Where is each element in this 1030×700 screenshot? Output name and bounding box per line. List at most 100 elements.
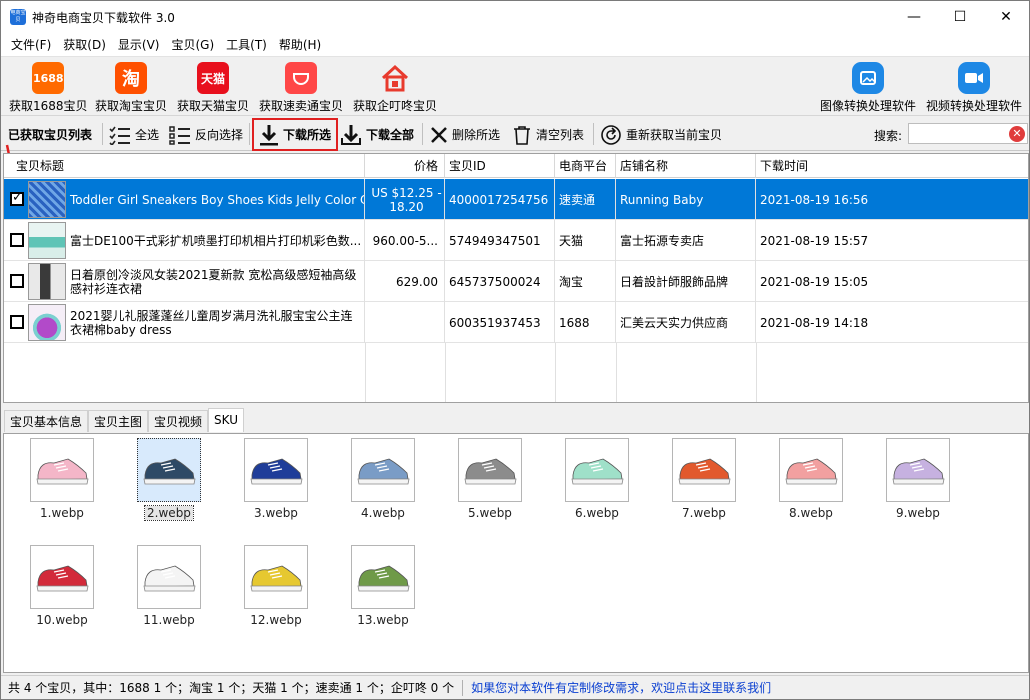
menu-view[interactable]: 显示(V) — [112, 36, 166, 53]
aliexpress-icon — [285, 62, 317, 94]
col-id[interactable]: 宝贝ID — [445, 154, 555, 178]
sku-item[interactable]: 13.webp — [338, 545, 428, 627]
get-taobao-label: 获取淘宝宝贝 — [95, 99, 168, 113]
row-checkbox[interactable] — [10, 190, 24, 206]
product-thumbnail — [28, 304, 66, 341]
table-row[interactable]: 日着原创冷淡风女装2021夏新款 宽松高级感短袖高级感衬衫连衣裙 629.00 … — [4, 261, 1028, 302]
sku-item[interactable]: 3.webp — [231, 438, 321, 520]
menu-goods[interactable]: 宝贝(G) — [165, 36, 220, 53]
cell-platform: 速卖通 — [555, 179, 616, 220]
status-divider — [462, 679, 464, 696]
sku-item[interactable]: 12.webp — [231, 545, 321, 627]
sku-thumbnail — [30, 545, 94, 609]
clear-list-button[interactable]: 清空列表 — [512, 121, 584, 148]
col-title[interactable]: 宝贝标题 — [4, 154, 365, 178]
maximize-button[interactable]: ☐ — [937, 1, 983, 33]
sku-filename: 10.webp — [36, 613, 88, 627]
get-taobao-button[interactable]: 淘 获取淘宝宝贝 — [95, 62, 167, 114]
title-bar: 电商宝贝 神奇电商宝贝下载软件 3.0 — ☐ ✕ — [1, 1, 1029, 33]
separator — [249, 123, 250, 145]
select-all-button[interactable]: 全选 — [109, 121, 159, 148]
sku-item[interactable]: 1.webp — [17, 438, 107, 520]
sku-thumbnail — [458, 438, 522, 502]
menu-get[interactable]: 获取(D) — [57, 36, 112, 53]
video-convert-button[interactable]: 视频转换处理软件 — [926, 62, 1022, 114]
cell-title: Toddler Girl Sneakers Boy Shoes Kids Jel… — [66, 179, 365, 220]
cell-time: 2021-08-19 14:18 — [760, 315, 869, 330]
table-header: 宝贝标题 价格 宝贝ID 电商平台 店铺名称 下载时间 — [4, 154, 1028, 178]
cell-shop: 富士拓源专卖店 — [616, 220, 756, 261]
table-row[interactable]: Toddler Girl Sneakers Boy Shoes Kids Jel… — [4, 179, 1028, 220]
checklist-icon — [109, 126, 130, 145]
close-button[interactable]: ✕ — [983, 1, 1029, 33]
sku-item[interactable]: 2.webp — [124, 438, 214, 521]
invert-select-button[interactable]: 反向选择 — [169, 121, 243, 148]
clear-search-icon[interactable]: ✕ — [1009, 126, 1025, 142]
sku-thumbnail — [137, 545, 201, 609]
cell-time: 2021-08-19 15:57 — [760, 233, 869, 248]
tmall-icon: 天猫 — [197, 62, 229, 94]
sku-thumbnail — [30, 438, 94, 502]
get-1688-button[interactable]: 1688 获取1688宝贝 — [9, 62, 88, 114]
contact-link[interactable]: 如果您对本软件有定制修改需求，欢迎点击这里联系我们 — [471, 679, 771, 696]
product-thumbnail — [28, 222, 66, 259]
select-all-label: 全选 — [135, 128, 160, 142]
column-divider — [365, 343, 366, 402]
sku-item[interactable]: 11.webp — [124, 545, 214, 627]
refresh-button[interactable]: 重新获取当前宝贝 — [600, 121, 722, 148]
col-platform[interactable]: 电商平台 — [555, 154, 616, 178]
sku-filename: 1.webp — [40, 506, 84, 520]
sku-item[interactable]: 7.webp — [659, 438, 749, 520]
tab-basic-info[interactable]: 宝贝基本信息 — [4, 410, 89, 432]
search-input[interactable]: ✕ — [908, 123, 1028, 144]
col-shop[interactable]: 店铺名称 — [616, 154, 756, 178]
row-checkbox[interactable] — [10, 315, 24, 329]
cell-id: 600351937453 — [445, 302, 555, 343]
menu-help[interactable]: 帮助(H) — [273, 36, 327, 53]
tab-main-images[interactable]: 宝贝主图 — [88, 410, 149, 432]
get-tmall-button[interactable]: 天猫 获取天猫宝贝 — [177, 62, 249, 114]
download-all-button[interactable]: 下载全部 — [340, 121, 414, 148]
sku-item[interactable]: 5.webp — [445, 438, 535, 520]
tab-video[interactable]: 宝贝视频 — [148, 410, 209, 432]
delete-selected-button[interactable]: 删除所选 — [430, 121, 500, 148]
tab-sku[interactable]: SKU — [208, 408, 244, 432]
cell-platform: 淘宝 — [555, 261, 616, 302]
image-convert-button[interactable]: 图像转换处理软件 — [820, 62, 916, 114]
cell-title: 2021婴儿礼服蓬蓬丝儿童周岁满月洗礼服宝宝公主连衣裙棉baby dress — [66, 302, 365, 343]
minimize-button[interactable]: — — [891, 1, 937, 33]
image-convert-icon — [852, 62, 884, 94]
cell-shop: Running Baby — [616, 179, 756, 220]
sku-item[interactable]: 9.webp — [873, 438, 963, 520]
get-qidingdong-button[interactable]: 获取企叮咚宝贝 — [353, 62, 437, 114]
row-checkbox[interactable] — [10, 274, 24, 288]
product-thumbnail — [28, 263, 66, 300]
row-checkbox[interactable] — [10, 233, 24, 247]
cell-price: US $12.25 - 18.20 — [365, 179, 445, 220]
get-aliexpress-button[interactable]: 获取速卖通宝贝 — [259, 62, 343, 114]
sku-filename: 4.webp — [361, 506, 405, 520]
menu-file[interactable]: 文件(F) — [5, 36, 57, 53]
main-toolbar: 1688 获取1688宝贝 淘 获取淘宝宝贝 天猫 获取天猫宝贝 获取速卖通宝贝… — [1, 58, 1029, 116]
sku-filename: 11.webp — [143, 613, 195, 627]
sku-filename: 13.webp — [357, 613, 409, 627]
sku-item[interactable]: 6.webp — [552, 438, 642, 520]
column-divider — [555, 343, 556, 402]
cell-time: 2021-08-19 16:56 — [760, 192, 869, 207]
table-row[interactable]: 2021婴儿礼服蓬蓬丝儿童周岁满月洗礼服宝宝公主连衣裙棉baby dress 6… — [4, 302, 1028, 343]
sku-item[interactable]: 4.webp — [338, 438, 428, 520]
cell-shop: 日着設計師服飾品牌 — [616, 261, 756, 302]
sku-item[interactable]: 10.webp — [17, 545, 107, 627]
download-selected-button[interactable]: 下载所选 — [252, 118, 339, 151]
sku-thumbnail — [244, 438, 308, 502]
sku-filename: 6.webp — [575, 506, 619, 520]
get-aliexpress-label: 获取速卖通宝贝 — [259, 99, 344, 113]
table-row[interactable]: 富士DE100干式彩扩机喷墨打印机相片打印机彩色数... 960.00-5...… — [4, 220, 1028, 261]
sku-item[interactable]: 8.webp — [766, 438, 856, 520]
status-bar: 共 4 个宝贝，其中：1688 1 个；淘宝 1 个；天猫 1 个；速卖通 1 … — [1, 675, 1029, 699]
download-icon — [341, 124, 361, 145]
cell-time: 2021-08-19 15:05 — [760, 274, 869, 289]
col-time[interactable]: 下载时间 — [756, 154, 1028, 178]
menu-tools[interactable]: 工具(T) — [220, 36, 273, 53]
col-price[interactable]: 价格 — [365, 154, 445, 178]
